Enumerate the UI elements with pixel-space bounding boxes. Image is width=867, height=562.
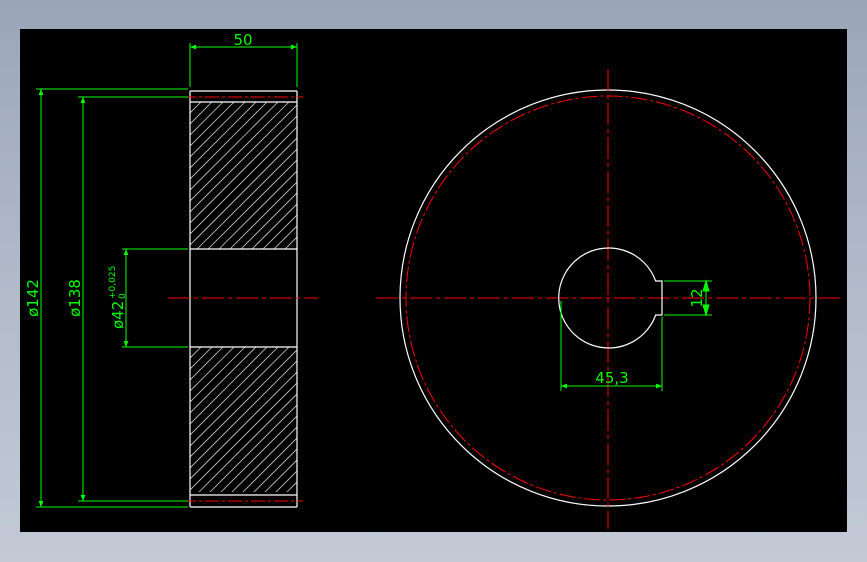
- hatch-line: [394, 347, 542, 495]
- hatch-line: [190, 102, 279, 191]
- dim-outer-diameter: ø142: [24, 279, 42, 317]
- hatch-line: [209, 404, 297, 492]
- hatch-line: [190, 102, 202, 114]
- hatch-line: [427, 347, 575, 495]
- hatch-line: [190, 382, 297, 491]
- hatch-line: [406, 102, 553, 249]
- hatch-line: [190, 347, 268, 425]
- hatch-line: [190, 347, 191, 348]
- hatch-line: [307, 102, 454, 249]
- hatch-line: [295, 347, 443, 495]
- hatch-line: [273, 225, 297, 249]
- hatch-line: [295, 247, 297, 249]
- hatch-line: [190, 102, 224, 136]
- hatch-line: [190, 347, 279, 436]
- dim-keyway-depth: 45,3: [595, 369, 628, 387]
- hatch-line: [190, 102, 268, 180]
- hatch-line: [306, 347, 454, 495]
- hatch-line: [317, 347, 465, 495]
- front-view: 45,3 12: [376, 69, 842, 529]
- hatch-line: [251, 203, 297, 249]
- hatch-line: [190, 102, 246, 158]
- dim-bore-group: ø42 +0,025 0: [108, 266, 128, 329]
- dim-face-width: 50: [233, 31, 252, 49]
- hatch-line: [207, 159, 297, 249]
- hatch-line: [196, 148, 297, 249]
- hatch-line: [190, 102, 191, 103]
- hatch-line: [438, 347, 586, 495]
- hatch-line: [220, 415, 297, 492]
- cad-drawing-viewport[interactable]: 50 ø142 ø138 ø42 +0,025 0 45,3 12: [20, 29, 847, 532]
- dim-bore-diameter: ø42: [109, 301, 127, 329]
- section-view: 50 ø142 ø138 ø42 +0,025 0: [24, 31, 586, 508]
- dim-bore-tol-lower: 0: [118, 293, 128, 299]
- hatch-line: [190, 371, 297, 480]
- hatch-line: [190, 104, 297, 213]
- hatch-line: [242, 437, 297, 492]
- hatch-line: [190, 360, 297, 469]
- hatch-line: [395, 102, 542, 249]
- dimension-lines: [36, 43, 298, 508]
- hatch-line: [428, 102, 575, 249]
- dim-bore-tol-upper: +0,025: [108, 266, 118, 299]
- hatch-line: [350, 347, 498, 495]
- hatch-line: [190, 347, 246, 403]
- hatch-line: [231, 426, 297, 492]
- hatch-line: [362, 102, 509, 249]
- gear-drawing: 50 ø142 ø138 ø42 +0,025 0 45,3 12: [24, 31, 842, 529]
- hatch-line: [275, 470, 297, 492]
- hatch-line: [190, 126, 297, 235]
- hatch-line: [190, 102, 290, 202]
- hatch-line: [417, 102, 564, 249]
- hatch-line: [416, 347, 564, 495]
- hatch-line: [286, 481, 297, 492]
- hatch-line: [190, 137, 297, 246]
- hatch-line: [190, 347, 224, 381]
- hatch-line: [190, 115, 297, 224]
- hatch-line: [229, 181, 297, 249]
- hatch-line: [329, 102, 476, 249]
- hatch-line: [439, 102, 586, 249]
- hatch-line: [190, 347, 290, 447]
- hatch-line: [383, 347, 531, 495]
- hatch-line: [253, 448, 297, 492]
- hatch-line: [198, 393, 297, 492]
- hatch-line: [190, 349, 297, 458]
- hatch-line: [240, 192, 297, 249]
- hatch-line: [218, 170, 297, 249]
- hatch-line: [262, 214, 297, 249]
- hatch-line: [361, 347, 509, 495]
- hatch-line: [351, 102, 498, 249]
- hatch-line: [190, 347, 235, 392]
- hatch-line: [384, 102, 531, 249]
- hatch-line: [190, 347, 257, 414]
- hatch-line: [340, 102, 487, 249]
- dim-keyway-width: 12: [688, 288, 706, 307]
- hatch-line: [264, 459, 297, 492]
- section-outline: [189, 90, 298, 508]
- hatch-upper: [190, 102, 586, 249]
- hatch-line: [190, 102, 235, 147]
- hatch-line: [318, 102, 465, 249]
- hatch-line: [373, 102, 520, 249]
- hatch-lower: [190, 347, 586, 495]
- hatch-line: [284, 236, 297, 249]
- hatch-line: [328, 347, 476, 495]
- hatch-line: [190, 102, 257, 169]
- hatch-line: [405, 347, 553, 495]
- hatch-line: [190, 347, 202, 359]
- dim-pitch-diameter: ø138: [66, 279, 84, 317]
- hatch-line: [372, 347, 520, 495]
